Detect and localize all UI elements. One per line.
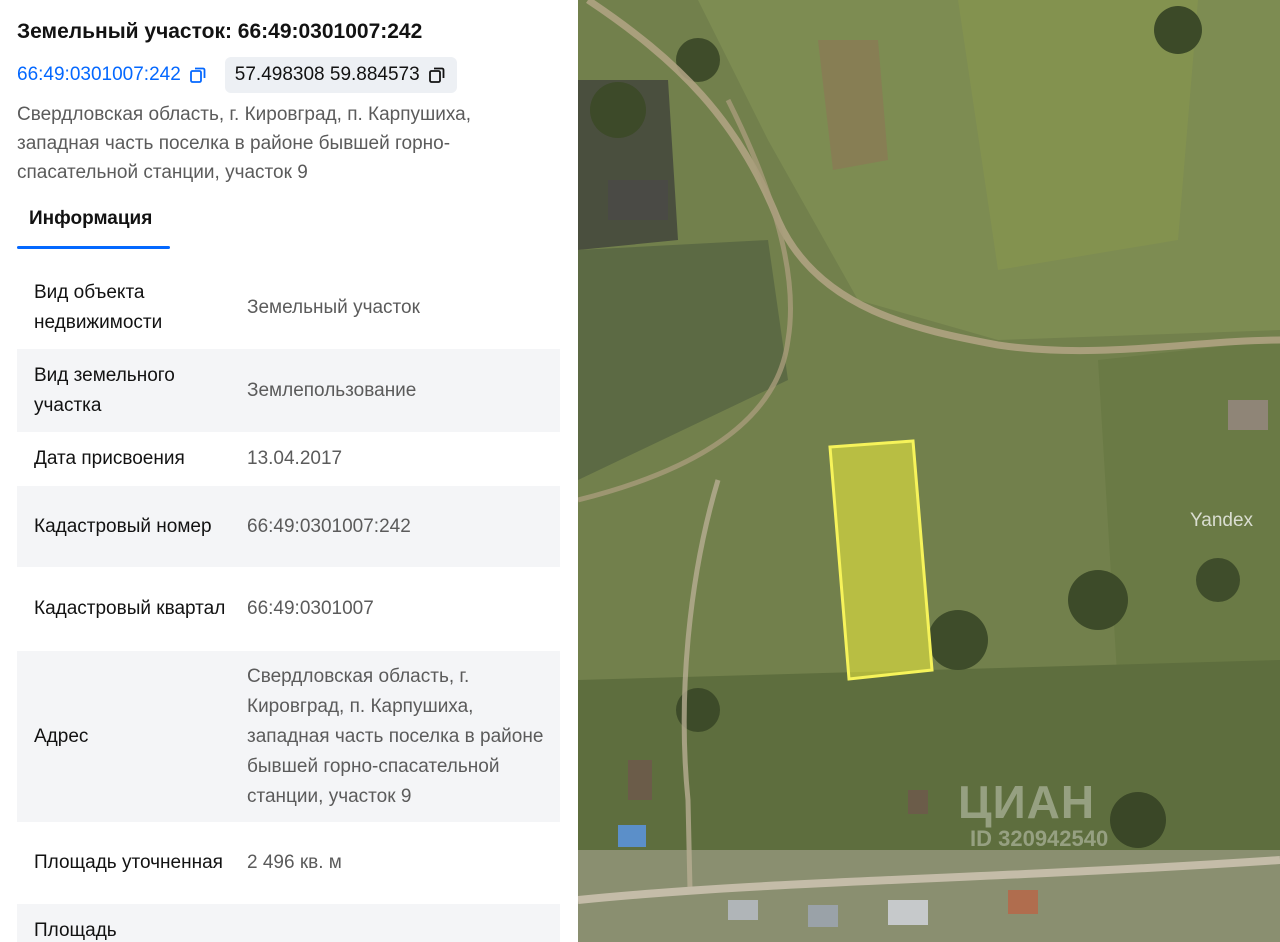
satellite-imagery: [578, 0, 1280, 942]
table-row: Кадастровый номер 66:49:0301007:242: [17, 486, 560, 567]
identifier-row: 66:49:0301007:242 57.498308 59.884573: [17, 57, 457, 93]
copy-icon[interactable]: [189, 67, 206, 83]
row-value: Свердловская область, г. Кировград, п. К…: [247, 651, 560, 822]
coordinates-text: 57.498308 59.884573: [234, 64, 420, 85]
cian-watermark: ЦИАН: [958, 776, 1096, 828]
info-table: Вид объекта недвижимости Земельный участ…: [17, 266, 560, 942]
info-panel: Земельный участок: 66:49:0301007:242 66:…: [0, 0, 578, 942]
table-row: Вид объекта недвижимости Земельный участ…: [17, 266, 560, 349]
row-key: Дата присвоения: [34, 448, 185, 469]
tab-information[interactable]: Информация: [17, 203, 170, 249]
table-row: Адрес Свердловская область, г. Кировград…: [17, 651, 560, 822]
cadastral-number-text: 66:49:0301007:242: [17, 64, 181, 85]
row-value: Земельный участок: [247, 296, 420, 318]
row-value: 66:49:0301007: [247, 598, 374, 619]
row-value: [247, 904, 560, 942]
table-row: Дата присвоения 13.04.2017: [17, 432, 560, 486]
row-key: Площадь: [17, 904, 247, 942]
table-row: Площадь: [17, 904, 560, 942]
tab-information-label: Информация: [29, 208, 153, 229]
row-key: Вид объекта недвижимости: [34, 281, 163, 333]
land-plot-polygon: [828, 439, 934, 681]
table-row: Площадь уточненная 2 496 кв. м: [17, 822, 560, 904]
listing-id-watermark: ID 320942540: [970, 826, 1109, 851]
satellite-map[interactable]: Yandex ЦИАН ID 320942540: [578, 0, 1280, 942]
yandex-watermark: Yandex: [1190, 510, 1254, 531]
row-value: Землепользование: [247, 349, 560, 432]
coordinates-chip[interactable]: 57.498308 59.884573: [224, 57, 457, 93]
row-key: Кадастровый квартал: [34, 598, 226, 619]
row-value: 66:49:0301007:242: [247, 486, 560, 567]
page-title: Земельный участок: 66:49:0301007:242: [17, 20, 423, 43]
row-value: 13.04.2017: [247, 448, 343, 469]
tab-active-indicator: [17, 246, 170, 249]
copy-icon[interactable]: [428, 67, 445, 83]
row-value: 2 496 кв. м: [247, 852, 342, 873]
row-key: Вид земельного участка: [17, 349, 247, 432]
row-key: Площадь уточненная: [34, 852, 223, 873]
table-row: Кадастровый квартал 66:49:0301007: [17, 567, 560, 651]
address-text: Свердловская область, г. Кировград, п. К…: [17, 104, 472, 183]
row-key: Кадастровый номер: [17, 486, 247, 567]
table-row: Вид земельного участка Землепользование: [17, 349, 560, 432]
row-key: Адрес: [17, 651, 247, 822]
cadastral-number-link[interactable]: 66:49:0301007:242: [17, 64, 206, 86]
